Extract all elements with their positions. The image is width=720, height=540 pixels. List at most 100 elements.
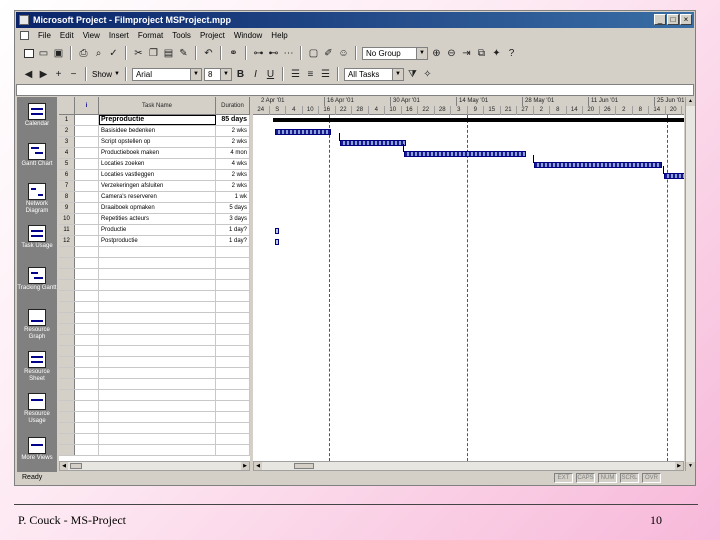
duration-cell[interactable] — [216, 423, 250, 433]
gantt-horizontal-scrollbar[interactable]: ◀ ▶ — [253, 461, 684, 471]
duration-cell[interactable]: 1 day? — [216, 236, 250, 246]
task-name-cell[interactable] — [99, 269, 216, 279]
duration-cell[interactable]: 5 days — [216, 203, 250, 213]
scroll-right-icon[interactable]: ▶ — [675, 462, 683, 470]
vertical-scrollbar[interactable]: ▲ ▼ — [685, 97, 695, 471]
duration-cell[interactable] — [216, 401, 250, 411]
align-center-icon[interactable]: ≡ — [304, 68, 317, 81]
font-combo[interactable]: Arial ▼ — [131, 67, 202, 81]
task-bar[interactable] — [275, 129, 331, 135]
empty-row[interactable] — [59, 258, 250, 269]
scroll-up-icon[interactable]: ▲ — [686, 97, 695, 106]
duration-cell[interactable] — [216, 291, 250, 301]
print-preview-icon[interactable]: ⌕ — [92, 47, 105, 60]
menu-project[interactable]: Project — [200, 29, 225, 43]
task-name-cell[interactable] — [99, 445, 216, 455]
cut-icon[interactable]: ✂ — [132, 47, 145, 60]
paste-icon[interactable]: ▤ — [162, 47, 175, 60]
view-tracking-gantt[interactable]: Tracking Gantt — [17, 267, 57, 292]
table-row[interactable]: 10 Repetities acteurs 3 days — [59, 214, 250, 225]
milestone-marker[interactable] — [275, 228, 279, 234]
minimize-button[interactable]: _ — [654, 14, 666, 25]
task-name-cell[interactable] — [99, 302, 216, 312]
view-calendar[interactable]: Calendar — [17, 103, 57, 128]
link-tasks-icon[interactable]: ⊶ — [252, 47, 265, 60]
duration-cell[interactable] — [216, 302, 250, 312]
autofilter-icon[interactable]: ⧩ — [406, 68, 419, 81]
empty-row[interactable] — [59, 423, 250, 434]
duration-cell[interactable] — [216, 412, 250, 422]
chevron-down-icon[interactable]: ▼ — [391, 68, 403, 80]
menu-insert[interactable]: Insert — [109, 29, 129, 43]
task-bar[interactable] — [404, 151, 526, 157]
empty-row[interactable] — [59, 302, 250, 313]
task-name-cell[interactable]: Locaties vastleggen — [99, 170, 216, 180]
duration-cell[interactable] — [216, 269, 250, 279]
duration-cell[interactable] — [216, 346, 250, 356]
chevron-down-icon[interactable]: ▼ — [189, 68, 201, 80]
duration-cell[interactable]: 2 wks — [216, 126, 250, 136]
assign-resources-icon[interactable]: ☺ — [337, 47, 350, 60]
task-name-cell[interactable]: Basisidee bedenken — [99, 126, 216, 136]
bold-button[interactable]: B — [234, 68, 247, 81]
scroll-right-icon[interactable]: ▶ — [241, 462, 249, 470]
empty-row[interactable] — [59, 335, 250, 346]
duration-cell[interactable] — [216, 280, 250, 290]
print-icon[interactable]: ⎙ — [77, 47, 90, 60]
empty-row[interactable] — [59, 445, 250, 456]
menu-file[interactable]: File — [38, 29, 51, 43]
italic-button[interactable]: I — [249, 68, 262, 81]
menu-format[interactable]: Format — [138, 29, 163, 43]
task-name-cell[interactable] — [99, 357, 216, 367]
empty-row[interactable] — [59, 291, 250, 302]
duration-cell[interactable]: 3 days — [216, 214, 250, 224]
scroll-left-icon[interactable]: ◀ — [254, 462, 262, 470]
chevron-down-icon[interactable]: ▼ — [219, 68, 231, 80]
duration-cell[interactable] — [216, 379, 250, 389]
scroll-left-icon[interactable]: ◀ — [60, 462, 68, 470]
duration-cell[interactable]: 2 wks — [216, 170, 250, 180]
menu-view[interactable]: View — [83, 29, 100, 43]
hyperlink-icon[interactable]: ⚭ — [227, 47, 240, 60]
indicator-column-header[interactable]: i — [75, 97, 99, 115]
arrow-left-icon[interactable]: ◀ — [22, 68, 35, 81]
empty-row[interactable] — [59, 390, 250, 401]
duration-cell[interactable]: 2 wks — [216, 137, 250, 147]
empty-row[interactable] — [59, 269, 250, 280]
task-name-cell[interactable] — [99, 401, 216, 411]
empty-row[interactable] — [59, 379, 250, 390]
table-row[interactable]: 12 Postproductie 1 day? — [59, 236, 250, 247]
duration-cell[interactable] — [216, 313, 250, 323]
empty-row[interactable] — [59, 324, 250, 335]
duration-column-header[interactable]: Duration — [216, 97, 250, 115]
empty-row[interactable] — [59, 368, 250, 379]
save-icon[interactable]: ▣ — [52, 47, 65, 60]
go-to-task-icon[interactable]: ⇥ — [460, 47, 473, 60]
empty-row[interactable] — [59, 401, 250, 412]
split-task-icon[interactable]: ⋯ — [282, 47, 295, 60]
task-name-cell[interactable]: Script opstellen op — [99, 137, 216, 147]
table-row[interactable]: 1 Preproductie 85 days — [59, 115, 250, 126]
view-resource-sheet[interactable]: Resource Sheet — [17, 351, 57, 383]
table-row[interactable]: 4 Productieboek maken 4 mon — [59, 148, 250, 159]
minus-icon[interactable]: − — [67, 68, 80, 81]
empty-row[interactable] — [59, 357, 250, 368]
task-information-icon[interactable]: ▢ — [307, 47, 320, 60]
copy-picture-icon[interactable]: ⧉ — [475, 47, 488, 60]
task-bar[interactable] — [534, 162, 662, 168]
scroll-thumb[interactable] — [294, 463, 314, 469]
task-name-cell[interactable] — [99, 423, 216, 433]
task-name-cell[interactable] — [99, 434, 216, 444]
menu-tools[interactable]: Tools — [172, 29, 191, 43]
task-name-cell[interactable] — [99, 291, 216, 301]
scroll-thumb[interactable] — [70, 463, 82, 469]
close-button[interactable]: × — [680, 14, 692, 25]
table-row[interactable]: 3 Script opstellen op 2 wks — [59, 137, 250, 148]
duration-cell[interactable]: 1 wk — [216, 192, 250, 202]
new-icon[interactable] — [22, 47, 35, 60]
undo-icon[interactable]: ↶ — [202, 47, 215, 60]
zoom-out-icon[interactable]: ⊖ — [445, 47, 458, 60]
menu-window[interactable]: Window — [234, 29, 262, 43]
empty-row[interactable] — [59, 412, 250, 423]
duration-cell[interactable]: 85 days — [216, 115, 250, 125]
